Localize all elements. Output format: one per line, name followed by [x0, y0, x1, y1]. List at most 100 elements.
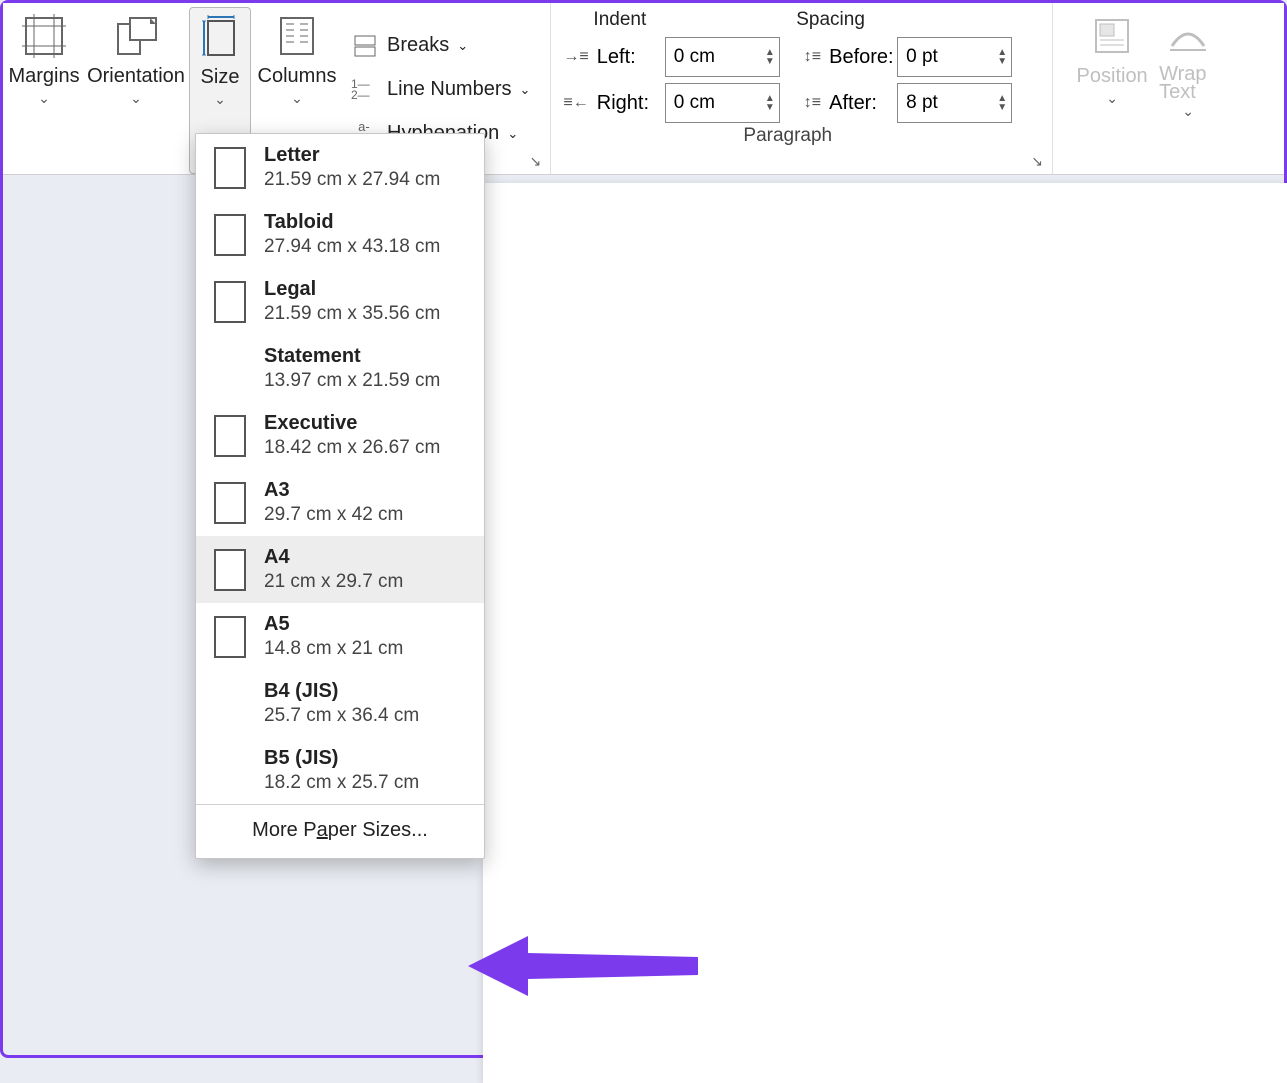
chevron-down-icon: ⌄ [1106, 90, 1118, 107]
size-option-name: A5 [264, 613, 403, 636]
breaks-label: Breaks [387, 34, 449, 57]
size-option-name: Legal [264, 278, 440, 301]
breaks-button[interactable]: Breaks ⌄ [345, 24, 536, 68]
paragraph-dialog-launcher[interactable]: ↘ [1028, 152, 1046, 170]
size-dropdown: Letter21.59 cm x 27.94 cmTabloid27.94 cm… [195, 133, 485, 859]
page-icon [214, 683, 246, 725]
size-option-dimensions: 18.42 cm x 26.67 cm [264, 437, 440, 459]
spacing-after-label: After: [829, 92, 889, 115]
size-option-name: B5 (JIS) [264, 747, 419, 770]
size-option[interactable]: A421 cm x 29.7 cm [196, 536, 484, 603]
indent-right-input[interactable]: 0 cm ▲▼ [665, 83, 780, 123]
spinner-icon[interactable]: ▲▼ [765, 94, 775, 112]
breaks-icon [351, 34, 379, 58]
chevron-down-icon: ⌄ [520, 82, 531, 98]
indent-left-label: Left: [597, 46, 657, 69]
spacing-header: Spacing [796, 9, 865, 31]
orientation-button[interactable]: Orientation ⌄ [85, 3, 187, 174]
page-icon [214, 147, 246, 189]
chevron-down-icon: ⌄ [214, 91, 226, 108]
indent-right-icon: ≡← [563, 94, 588, 112]
chevron-down-icon: ⌄ [507, 126, 518, 142]
margins-icon [22, 13, 66, 59]
size-option-dimensions: 25.7 cm x 36.4 cm [264, 705, 419, 727]
spacing-before-label: Before: [829, 46, 889, 69]
position-label: Position [1077, 65, 1148, 88]
orientation-label: Orientation [87, 65, 185, 88]
chevron-down-icon: ⌄ [291, 90, 303, 107]
size-option-name: A4 [264, 546, 403, 569]
position-button: Position ⌄ [1071, 3, 1153, 174]
page-icon [214, 750, 246, 792]
size-option[interactable]: Legal21.59 cm x 35.56 cm [196, 268, 484, 335]
page-icon [214, 415, 246, 457]
indent-left-value: 0 cm [674, 46, 715, 68]
size-option-dimensions: 14.8 cm x 21 cm [264, 638, 403, 660]
chevron-down-icon: ⌄ [130, 90, 142, 107]
size-option[interactable]: A514.8 cm x 21 cm [196, 603, 484, 670]
wrap-text-label: Wrap Text [1159, 65, 1217, 101]
size-option-dimensions: 27.94 cm x 43.18 cm [264, 236, 440, 258]
more-paper-sizes-accel: a [317, 819, 328, 841]
size-option-name: A3 [264, 479, 403, 502]
size-option-dimensions: 21.59 cm x 35.56 cm [264, 303, 440, 325]
size-option[interactable]: Statement13.97 cm x 21.59 cm [196, 335, 484, 402]
spacing-after-icon: ↕≡ [804, 94, 821, 112]
page-icon [214, 616, 246, 658]
spinner-icon[interactable]: ▲▼ [997, 48, 1007, 66]
columns-icon [277, 13, 317, 59]
size-option-dimensions: 21 cm x 29.7 cm [264, 571, 403, 593]
size-option-name: Statement [264, 345, 440, 368]
position-icon [1092, 13, 1132, 59]
chevron-down-icon: ⌄ [1182, 103, 1194, 120]
line-numbers-icon: 1—2— [351, 79, 379, 101]
line-numbers-button[interactable]: 1—2— Line Numbers ⌄ [345, 68, 536, 112]
size-option-name: Tabloid [264, 211, 440, 234]
indent-header: Indent [593, 9, 646, 31]
size-option[interactable]: B5 (JIS)18.2 cm x 25.7 cm [196, 737, 484, 804]
spinner-icon[interactable]: ▲▼ [997, 94, 1007, 112]
size-label: Size [201, 66, 240, 89]
columns-label: Columns [258, 65, 337, 88]
size-option[interactable]: Executive18.42 cm x 26.67 cm [196, 402, 484, 469]
annotation-arrow [468, 921, 708, 1016]
margins-button[interactable]: Margins ⌄ [3, 3, 85, 174]
line-numbers-label: Line Numbers [387, 78, 512, 101]
size-option-name: Executive [264, 412, 440, 435]
page-setup-dialog-launcher[interactable]: ↘ [526, 152, 544, 170]
chevron-down-icon: ⌄ [457, 38, 468, 54]
page-icon [214, 482, 246, 524]
size-option[interactable]: B4 (JIS)25.7 cm x 36.4 cm [196, 670, 484, 737]
more-paper-sizes-button[interactable]: More Paper Sizes... [196, 805, 484, 858]
size-option-name: Letter [264, 144, 440, 167]
size-option-dimensions: 21.59 cm x 27.94 cm [264, 169, 440, 191]
margins-label: Margins [8, 65, 79, 88]
indent-right-value: 0 cm [674, 92, 715, 114]
size-option-dimensions: 13.97 cm x 21.59 cm [264, 370, 440, 392]
size-option-dimensions: 29.7 cm x 42 cm [264, 504, 403, 526]
spacing-before-input[interactable]: 0 pt ▲▼ [897, 37, 1012, 77]
page-icon [214, 348, 246, 390]
size-option[interactable]: Tabloid27.94 cm x 43.18 cm [196, 201, 484, 268]
orientation-icon [112, 13, 160, 59]
spinner-icon[interactable]: ▲▼ [765, 48, 775, 66]
more-paper-sizes-pre: More P [252, 819, 316, 841]
size-icon [200, 14, 240, 60]
chevron-down-icon: ⌄ [38, 90, 50, 107]
wrap-text-icon [1166, 13, 1210, 59]
page-icon [214, 214, 246, 256]
indent-right-label: Right: [597, 92, 657, 115]
spacing-after-value: 8 pt [906, 92, 938, 114]
wrap-text-button: Wrap Text ⌄ [1153, 3, 1223, 174]
indent-left-icon: →≡ [563, 48, 588, 66]
size-option[interactable]: Letter21.59 cm x 27.94 cm [196, 134, 484, 201]
indent-left-input[interactable]: 0 cm ▲▼ [665, 37, 780, 77]
spacing-before-icon: ↕≡ [804, 48, 821, 66]
size-option-dimensions: 18.2 cm x 25.7 cm [264, 772, 419, 794]
more-paper-sizes-post: per Sizes... [328, 819, 428, 841]
page-icon [214, 281, 246, 323]
spacing-before-value: 0 pt [906, 46, 938, 68]
spacing-after-input[interactable]: 8 pt ▲▼ [897, 83, 1012, 123]
size-option[interactable]: A329.7 cm x 42 cm [196, 469, 484, 536]
size-option-name: B4 (JIS) [264, 680, 419, 703]
